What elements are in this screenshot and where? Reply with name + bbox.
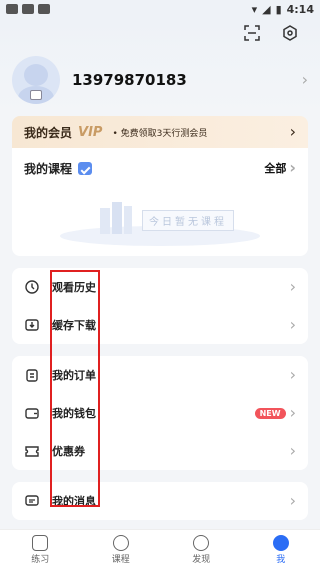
wifi-icon: ▾: [251, 2, 258, 16]
tab-label: 我: [276, 554, 286, 565]
clipboard-icon: [24, 367, 40, 383]
gamepad-icon: [22, 4, 34, 14]
tab-me[interactable]: 我: [272, 534, 289, 565]
menu-item-messages[interactable]: 我的消息 ›: [12, 482, 308, 520]
top-actions: [0, 18, 320, 48]
menu-group-3: 我的消息 ›: [12, 482, 308, 520]
scan-icon[interactable]: [244, 25, 260, 41]
chevron-right-icon: ›: [289, 441, 296, 460]
play-icon: [112, 534, 129, 551]
battery-icon: ▮: [275, 2, 282, 16]
chevron-right-icon: ›: [289, 491, 296, 510]
tab-label: 课程: [111, 554, 130, 565]
chevron-right-icon: ›: [289, 158, 296, 177]
settings-icon[interactable]: [282, 25, 298, 41]
menu-item-wallet[interactable]: 我的钱包 NEW ›: [12, 394, 308, 432]
chevron-right-icon: ›: [289, 365, 296, 384]
tab-practice[interactable]: 练习: [31, 534, 50, 565]
menu-group-2: 我的订单 › 我的钱包 NEW › 优惠券 ›: [12, 356, 308, 470]
camera-icon: [30, 90, 42, 100]
vip-title: 我的会员: [24, 125, 73, 140]
status-bar: ▾ ◢ ▮ 4:14: [0, 0, 320, 18]
tab-label: 发现: [192, 554, 211, 565]
signal-icon: ◢: [262, 2, 271, 16]
tab-discover[interactable]: 发现: [192, 534, 211, 565]
chevron-right-icon: ›: [289, 277, 296, 296]
course-header: 我的课程 全部 ›: [12, 148, 308, 188]
phone-number: 13979870183: [72, 71, 187, 89]
header: 13979870183 ›: [0, 18, 320, 112]
chevron-right-icon: ›: [301, 70, 308, 89]
calendar-icon: [78, 161, 93, 175]
all-label: 全部: [264, 162, 287, 175]
vip-desc: • 免费领取3天行测会员: [112, 128, 208, 139]
menu-item-download-cache[interactable]: 缓存下载 ›: [12, 306, 308, 344]
smile-icon: [272, 534, 289, 551]
avatar[interactable]: [12, 56, 60, 104]
wallet-icon: [24, 405, 40, 421]
menu-group-1: 观看历史 › 缓存下载 ›: [12, 268, 308, 344]
menu-item-coupons[interactable]: 优惠券 ›: [12, 432, 308, 470]
menu-item-orders[interactable]: 我的订单 ›: [12, 356, 308, 394]
download-icon: [24, 317, 40, 333]
course-title: 我的课程: [24, 161, 73, 176]
profile-row[interactable]: 13979870183 ›: [0, 48, 320, 112]
gamepad-icon: [6, 4, 18, 14]
menu-item-label: 观看历史: [52, 281, 96, 294]
notification-icon: [38, 4, 50, 14]
bottom-tab-bar: 练习 课程 发现 我: [0, 529, 320, 569]
coupon-icon: [24, 443, 40, 459]
course-card: 我的课程 全部 › 今日暂无课程: [12, 148, 308, 256]
menu-item-label: 优惠券: [52, 445, 85, 458]
chevron-right-icon: ›: [289, 315, 296, 334]
vip-banner[interactable]: 我的会员 VIP • 免费领取3天行测会员 ›: [12, 116, 308, 148]
new-badge: NEW: [254, 407, 286, 419]
vip-badge: VIP: [78, 124, 103, 140]
clock-icon: [24, 279, 40, 295]
chevron-right-icon: ›: [289, 403, 296, 422]
empty-courses-text: 今日暂无课程: [142, 210, 234, 231]
tab-courses[interactable]: 课程: [111, 534, 130, 565]
menu-item-label: 我的订单: [52, 369, 96, 382]
menu-item-label: 我的钱包: [52, 407, 96, 420]
tab-label: 练习: [31, 554, 50, 565]
menu-item-watch-history[interactable]: 观看历史 ›: [12, 268, 308, 306]
message-icon: [24, 493, 40, 509]
book-icon: [32, 534, 49, 551]
chevron-right-icon: ›: [289, 122, 296, 141]
all-courses-link[interactable]: 全部 ›: [264, 160, 296, 176]
menu-item-label: 我的消息: [52, 495, 96, 508]
status-time: 4:14: [286, 2, 314, 16]
menu-item-label: 缓存下载: [52, 319, 96, 332]
compass-icon: [193, 534, 210, 551]
